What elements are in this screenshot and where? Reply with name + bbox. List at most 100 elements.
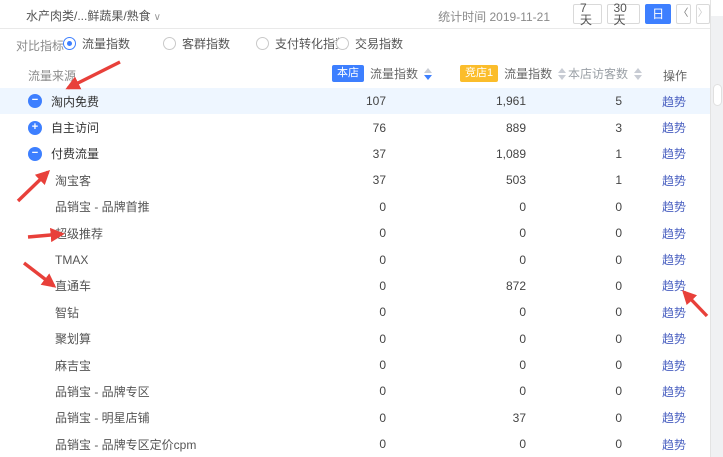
traffic-source-name: 聚划算 (55, 330, 91, 347)
traffic-source-name: 智钻 (55, 304, 79, 321)
trend-link[interactable]: 趋势 (662, 409, 686, 426)
traffic-source-name: 品销宝 - 品牌专区 (55, 383, 150, 400)
table-row: −付费流量 371,0891 趋势 (0, 141, 710, 167)
trend-link[interactable]: 趋势 (662, 172, 686, 189)
own-visitors-value: 0 (526, 411, 622, 425)
own-index-value: 37 (320, 147, 386, 161)
radio-label: 客群指数 (182, 35, 230, 52)
traffic-source-name: 品销宝 - 明星店铺 (55, 409, 150, 426)
own-index-value: 0 (320, 437, 386, 451)
scrollbar-track[interactable] (710, 0, 723, 457)
traffic-source-name: 淘宝客 (55, 172, 91, 189)
radio-label: 交易指数 (355, 35, 403, 52)
trend-link[interactable]: 趋势 (662, 251, 686, 268)
own-visitors-value: 1 (526, 173, 622, 187)
own-index-value: 0 (320, 279, 386, 293)
rival-index-value: 0 (386, 437, 526, 451)
prev-day-button[interactable]: 〈 (676, 4, 690, 24)
traffic-source-name: 付费流量 (51, 145, 99, 162)
trend-link[interactable]: 趋势 (662, 277, 686, 294)
radio-label: 流量指数 (82, 35, 130, 52)
trend-link[interactable]: 趋势 (662, 145, 686, 162)
traffic-source-name: 直通车 (55, 277, 91, 294)
own-visitors-value: 3 (526, 121, 622, 135)
own-visitors-value: 0 (526, 253, 622, 267)
rival-index-value: 1,089 (386, 147, 526, 161)
table-row: 淘宝客375031趋势 (0, 167, 710, 193)
radio-payment-conversion-index[interactable]: 支付转化指数 (256, 35, 347, 52)
collapse-icon[interactable]: − (28, 94, 42, 108)
radio-transaction-index[interactable]: 交易指数 (336, 35, 403, 52)
own-visitors-value: 0 (526, 226, 622, 240)
own-index-value: 0 (320, 411, 386, 425)
rival-index-value: 0 (386, 332, 526, 346)
toolbar: 水产肉类/...鲜蔬果/熟食∨ 统计时间 2019-11-21 7天 30天 日… (0, 0, 710, 29)
trend-link[interactable]: 趋势 (662, 304, 686, 321)
radio-icon (336, 37, 349, 50)
range-30d-button[interactable]: 30天 (607, 4, 641, 24)
action-cell: 趋势 (622, 436, 710, 453)
own-visitors-value: 0 (526, 305, 622, 319)
own-index-value: 0 (320, 358, 386, 372)
scrollbar-thumb[interactable] (713, 84, 722, 106)
column-own-index-sort[interactable]: 本店 流量指数 (332, 65, 432, 82)
column-action: 操作 (663, 67, 687, 84)
radio-customer-index[interactable]: 客群指数 (163, 35, 230, 52)
table-row: 直通车08720趋势 (0, 273, 710, 299)
table-row: 超级推荐000趋势 (0, 220, 710, 246)
column-rival-index-sort[interactable]: 竞店1 流量指数 (460, 65, 566, 82)
rival-shop-badge: 竞店1 (460, 65, 498, 81)
next-day-button[interactable]: 〉 (696, 4, 710, 24)
own-visitors-value: 0 (526, 358, 622, 372)
trend-link[interactable]: 趋势 (662, 357, 686, 374)
radio-traffic-index[interactable]: 流量指数 (63, 35, 130, 52)
column-own-visitors-sort[interactable]: 本店访客数 (568, 65, 642, 82)
action-cell: 趋势 (622, 198, 710, 215)
sort-icon (558, 68, 566, 80)
trend-link[interactable]: 趋势 (662, 198, 686, 215)
expand-icon[interactable]: + (28, 121, 42, 135)
range-7d-button[interactable]: 7天 (573, 4, 602, 24)
own-metric-label: 流量指数 (370, 65, 418, 82)
trend-link[interactable]: 趋势 (662, 93, 686, 110)
radio-icon (163, 37, 176, 50)
table-row: −淘内免费1071,9615趋势 (0, 88, 710, 114)
breadcrumb-text: 水产肉类/...鲜蔬果/熟食 (26, 9, 151, 23)
table-row: 麻吉宝000趋势 (0, 352, 710, 378)
trend-link[interactable]: 趋势 (662, 225, 686, 242)
own-visitors-value: 0 (526, 437, 622, 451)
rival-index-value: 0 (386, 358, 526, 372)
own-index-value: 0 (320, 226, 386, 240)
radio-selected-icon (63, 37, 76, 50)
own-visitors-value: 1 (526, 147, 622, 161)
own-index-value: 107 (320, 94, 386, 108)
traffic-source-name: 超级推荐 (55, 225, 103, 242)
own-index-value: 0 (320, 332, 386, 346)
range-day-button[interactable]: 日 (645, 4, 671, 24)
own-index-value: 0 (320, 305, 386, 319)
rival-index-value: 0 (386, 305, 526, 319)
scrollbar-cap (711, 0, 723, 16)
collapse-icon[interactable]: − (28, 147, 42, 161)
rival-index-value: 0 (386, 226, 526, 240)
action-cell: 趋势 (622, 277, 710, 294)
traffic-source-name: 淘内免费 (51, 93, 99, 110)
sort-icon (634, 68, 642, 80)
trend-link[interactable]: 趋势 (662, 119, 686, 136)
action-cell: 趋势 (622, 172, 710, 189)
column-traffic-source: 流量来源 (28, 67, 76, 84)
table-row: 品销宝 - 品牌首推000趋势 (0, 194, 710, 220)
trend-link[interactable]: 趋势 (662, 383, 686, 400)
sort-icon (424, 68, 432, 80)
traffic-source-name: 自主访问 (51, 119, 99, 136)
action-cell: 趋势 (622, 409, 710, 426)
trend-link[interactable]: 趋势 (662, 330, 686, 347)
own-visitors-value: 0 (526, 200, 622, 214)
date-range-group: 7天 30天 日 〈 〉 (573, 4, 710, 24)
table-row: +自主访问768893趋势 (0, 114, 710, 140)
own-shop-badge: 本店 (332, 65, 364, 81)
traffic-source-name: 麻吉宝 (55, 357, 91, 374)
action-cell: 趋势 (622, 93, 710, 110)
trend-link[interactable]: 趋势 (662, 436, 686, 453)
category-breadcrumb[interactable]: 水产肉类/...鲜蔬果/熟食∨ (26, 7, 161, 24)
